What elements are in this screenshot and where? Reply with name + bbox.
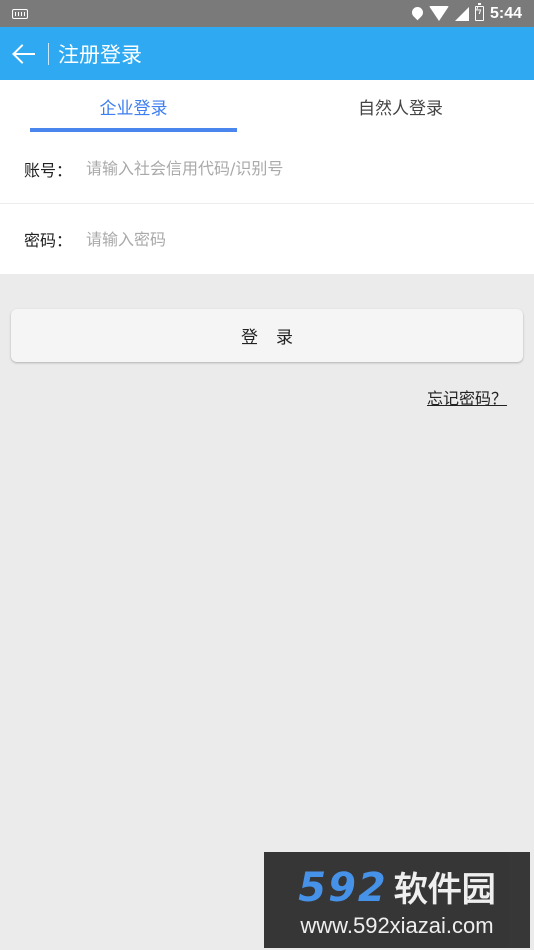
app-bar: 注册登录: [0, 27, 534, 80]
password-row: 密码：: [0, 204, 534, 274]
tab-label: 企业登录: [99, 99, 168, 119]
title-divider: [48, 42, 49, 65]
page-title: 注册登录: [58, 42, 142, 67]
forgot-password-link[interactable]: 忘记密码？: [427, 385, 507, 409]
password-label: 密码：: [24, 231, 73, 250]
password-input[interactable]: [86, 219, 506, 259]
account-row: 账号：: [0, 134, 534, 204]
tab-enterprise-login[interactable]: 企业登录: [0, 80, 267, 134]
tab-label: 自然人登录: [358, 99, 443, 119]
login-button[interactable]: 登录: [11, 309, 523, 362]
wifi-icon: [428, 6, 449, 21]
account-input[interactable]: [86, 148, 506, 189]
status-bar: 5:44: [0, 0, 534, 27]
account-label: 账号：: [24, 160, 73, 180]
login-form: 账号： 密码：: [0, 134, 534, 274]
watermark-logo: 592 软件园: [298, 862, 496, 911]
tab-individual-login[interactable]: 自然人登录: [267, 80, 534, 134]
watermark-logo-number: 592: [298, 864, 388, 911]
status-time: 5:44: [489, 4, 522, 22]
signal-icon: [454, 6, 469, 21]
status-icons: 5:44: [412, 3, 522, 23]
active-tab-indicator: [30, 128, 237, 132]
watermark-logo-text: 软件园: [393, 869, 496, 910]
location-icon: [412, 7, 423, 21]
watermark-url: www.592xiazai.com: [300, 912, 494, 938]
keyboard-icon: [12, 8, 28, 19]
arrow-left-icon: [13, 45, 35, 63]
watermark: 592 软件园 www.592xiazai.com: [264, 852, 530, 948]
battery-charging-icon: [474, 3, 484, 21]
back-button[interactable]: [0, 27, 48, 80]
login-tabs: 企业登录 自然人登录: [0, 80, 534, 134]
